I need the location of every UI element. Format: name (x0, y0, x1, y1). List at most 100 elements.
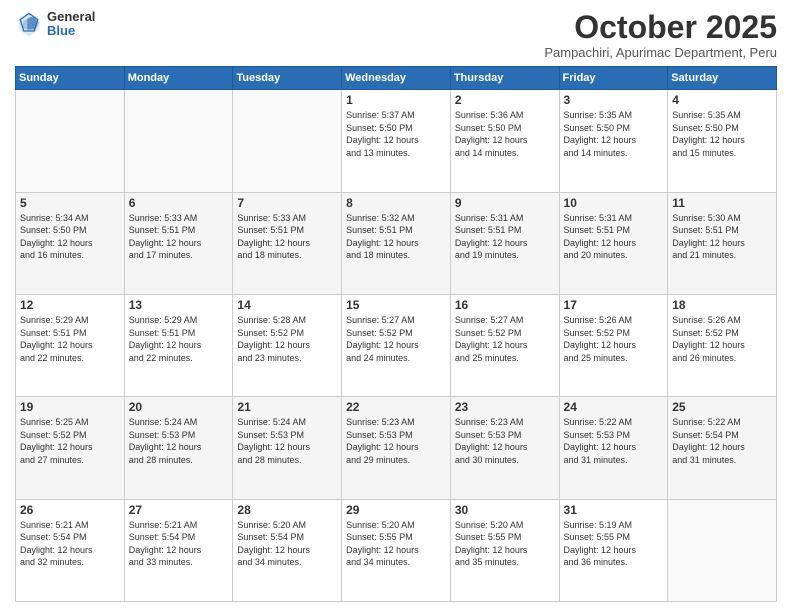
day-number: 9 (455, 196, 555, 210)
day-number: 15 (346, 298, 446, 312)
day-info: Sunrise: 5:20 AM Sunset: 5:54 PM Dayligh… (237, 519, 337, 569)
day-cell: 19Sunrise: 5:25 AM Sunset: 5:52 PM Dayli… (16, 397, 125, 499)
day-number: 29 (346, 503, 446, 517)
day-cell: 22Sunrise: 5:23 AM Sunset: 5:53 PM Dayli… (342, 397, 451, 499)
day-number: 24 (564, 400, 664, 414)
day-info: Sunrise: 5:26 AM Sunset: 5:52 PM Dayligh… (672, 314, 772, 364)
day-info: Sunrise: 5:20 AM Sunset: 5:55 PM Dayligh… (346, 519, 446, 569)
day-info: Sunrise: 5:31 AM Sunset: 5:51 PM Dayligh… (455, 212, 555, 262)
day-info: Sunrise: 5:30 AM Sunset: 5:51 PM Dayligh… (672, 212, 772, 262)
day-number: 7 (237, 196, 337, 210)
header-row: Sunday Monday Tuesday Wednesday Thursday… (16, 67, 777, 90)
day-cell: 23 Sunrise: 5:23 AM Sunset: 5:53 PM Dayli… (450, 397, 559, 499)
day-number: 18 (672, 298, 772, 312)
week-row-2: 5 Sunrise: 5:34 AM Sunset: 5:50 PM Daylig… (16, 192, 777, 294)
day-cell: 5 Sunrise: 5:34 AM Sunset: 5:50 PM Daylig… (16, 192, 125, 294)
day-cell: 29 Sunrise: 5:20 AM Sunset: 5:55 PM Dayli… (342, 499, 451, 601)
day-info: Sunrise: 5:36 AM Sunset: 5:50 PM Dayligh… (455, 109, 555, 159)
day-number: 30 (455, 503, 555, 517)
day-cell: 27 Sunrise: 5:21 AM Sunset: 5:54 PM Dayli… (124, 499, 233, 601)
day-number: 31 (564, 503, 664, 517)
col-sunday: Sunday (16, 67, 125, 90)
day-info: Sunrise: 5:33 AM Sunset: 5:51 PM Dayligh… (129, 212, 229, 262)
day-number: 5 (20, 196, 120, 210)
day-number: 19 (20, 400, 120, 414)
day-info: Sunrise: 5:33 AM Sunset: 5:51 PM Dayligh… (237, 212, 337, 262)
calendar-header: Sunday Monday Tuesday Wednesday Thursday… (16, 67, 777, 90)
day-cell: 3Sunrise: 5:35 AM Sunset: 5:50 PM Daylig… (559, 90, 668, 192)
day-number: 21 (237, 400, 337, 414)
day-number: 23 (455, 400, 555, 414)
col-wednesday: Wednesday (342, 67, 451, 90)
day-cell: 6 Sunrise: 5:33 AM Sunset: 5:51 PM Daylig… (124, 192, 233, 294)
day-cell: 16Sunrise: 5:27 AM Sunset: 5:52 PM Dayli… (450, 294, 559, 396)
day-cell: 30Sunrise: 5:20 AM Sunset: 5:55 PM Dayli… (450, 499, 559, 601)
day-cell (233, 90, 342, 192)
logo-icon (15, 10, 43, 38)
day-cell: 4 Sunrise: 5:35 AM Sunset: 5:50 PM Daylig… (668, 90, 777, 192)
day-number: 6 (129, 196, 229, 210)
calendar-table: Sunday Monday Tuesday Wednesday Thursday… (15, 66, 777, 602)
day-info: Sunrise: 5:22 AM Sunset: 5:54 PM Dayligh… (672, 416, 772, 466)
day-info: Sunrise: 5:19 AM Sunset: 5:55 PM Dayligh… (564, 519, 664, 569)
day-info: Sunrise: 5:35 AM Sunset: 5:50 PM Dayligh… (564, 109, 664, 159)
day-info: Sunrise: 5:21 AM Sunset: 5:54 PM Dayligh… (129, 519, 229, 569)
day-number: 26 (20, 503, 120, 517)
day-cell: 31 Sunrise: 5:19 AM Sunset: 5:55 PM Dayli… (559, 499, 668, 601)
day-number: 20 (129, 400, 229, 414)
logo-blue-text: Blue (47, 24, 95, 38)
header: General Blue October 2025 Pampachiri, Ap… (15, 10, 777, 60)
day-number: 22 (346, 400, 446, 414)
day-info: Sunrise: 5:24 AM Sunset: 5:53 PM Dayligh… (237, 416, 337, 466)
week-row-3: 12 Sunrise: 5:29 AM Sunset: 5:51 PM Dayli… (16, 294, 777, 396)
day-info: Sunrise: 5:34 AM Sunset: 5:50 PM Dayligh… (20, 212, 120, 262)
day-number: 14 (237, 298, 337, 312)
day-info: Sunrise: 5:21 AM Sunset: 5:54 PM Dayligh… (20, 519, 120, 569)
day-cell: 14 Sunrise: 5:28 AM Sunset: 5:52 PM Dayli… (233, 294, 342, 396)
day-number: 28 (237, 503, 337, 517)
day-cell: 26 Sunrise: 5:21 AM Sunset: 5:54 PM Dayli… (16, 499, 125, 601)
day-info: Sunrise: 5:27 AM Sunset: 5:52 PM Dayligh… (346, 314, 446, 364)
title-block: October 2025 Pampachiri, Apurimac Depart… (544, 10, 777, 60)
day-cell (668, 499, 777, 601)
calendar-body: 1Sunrise: 5:37 AM Sunset: 5:50 PM Daylig… (16, 90, 777, 602)
col-thursday: Thursday (450, 67, 559, 90)
day-number: 1 (346, 93, 446, 107)
day-cell: 18 Sunrise: 5:26 AM Sunset: 5:52 PM Dayli… (668, 294, 777, 396)
day-cell: 8Sunrise: 5:32 AM Sunset: 5:51 PM Daylig… (342, 192, 451, 294)
day-cell (124, 90, 233, 192)
day-cell: 11 Sunrise: 5:30 AM Sunset: 5:51 PM Dayli… (668, 192, 777, 294)
day-info: Sunrise: 5:28 AM Sunset: 5:52 PM Dayligh… (237, 314, 337, 364)
day-number: 17 (564, 298, 664, 312)
day-cell: 25Sunrise: 5:22 AM Sunset: 5:54 PM Dayli… (668, 397, 777, 499)
logo-general-text: General (47, 10, 95, 24)
day-cell: 12 Sunrise: 5:29 AM Sunset: 5:51 PM Dayli… (16, 294, 125, 396)
day-info: Sunrise: 5:24 AM Sunset: 5:53 PM Dayligh… (129, 416, 229, 466)
day-number: 12 (20, 298, 120, 312)
col-tuesday: Tuesday (233, 67, 342, 90)
day-cell: 10 Sunrise: 5:31 AM Sunset: 5:51 PM Dayli… (559, 192, 668, 294)
day-cell: 20 Sunrise: 5:24 AM Sunset: 5:53 PM Dayli… (124, 397, 233, 499)
day-cell: 2 Sunrise: 5:36 AM Sunset: 5:50 PM Daylig… (450, 90, 559, 192)
page: General Blue October 2025 Pampachiri, Ap… (0, 0, 792, 612)
day-cell: 24Sunrise: 5:22 AM Sunset: 5:53 PM Dayli… (559, 397, 668, 499)
day-info: Sunrise: 5:29 AM Sunset: 5:51 PM Dayligh… (20, 314, 120, 364)
day-number: 13 (129, 298, 229, 312)
day-cell: 15 Sunrise: 5:27 AM Sunset: 5:52 PM Dayli… (342, 294, 451, 396)
day-number: 4 (672, 93, 772, 107)
day-number: 10 (564, 196, 664, 210)
day-info: Sunrise: 5:32 AM Sunset: 5:51 PM Dayligh… (346, 212, 446, 262)
day-cell: 28 Sunrise: 5:20 AM Sunset: 5:54 PM Dayli… (233, 499, 342, 601)
location-subtitle: Pampachiri, Apurimac Department, Peru (544, 45, 777, 60)
logo-text: General Blue (47, 10, 95, 39)
day-info: Sunrise: 5:35 AM Sunset: 5:50 PM Dayligh… (672, 109, 772, 159)
day-number: 2 (455, 93, 555, 107)
day-number: 11 (672, 196, 772, 210)
day-cell: 21 Sunrise: 5:24 AM Sunset: 5:53 PM Dayli… (233, 397, 342, 499)
day-info: Sunrise: 5:23 AM Sunset: 5:53 PM Dayligh… (455, 416, 555, 466)
month-title: October 2025 (544, 10, 777, 45)
day-info: Sunrise: 5:31 AM Sunset: 5:51 PM Dayligh… (564, 212, 664, 262)
day-number: 27 (129, 503, 229, 517)
day-cell: 17Sunrise: 5:26 AM Sunset: 5:52 PM Dayli… (559, 294, 668, 396)
day-number: 16 (455, 298, 555, 312)
